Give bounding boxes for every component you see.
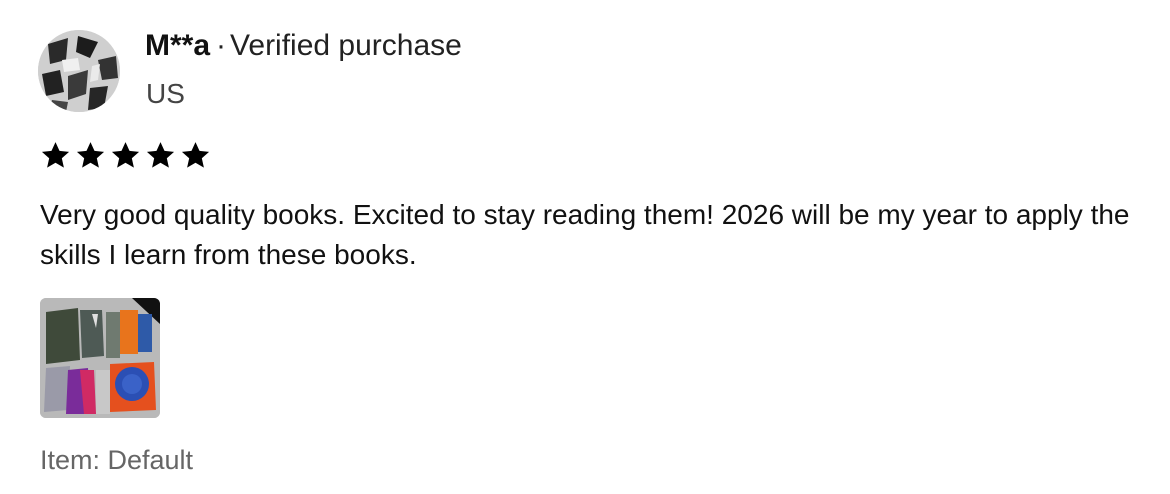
reviewer-header: M**a · Verified purchase <box>145 28 462 64</box>
reviewer-country: US <box>146 78 185 109</box>
reviewer-avatar <box>38 30 120 112</box>
avatar-image <box>38 30 120 112</box>
item-variant: Item: Default <box>40 445 194 475</box>
review-photo[interactable] <box>40 298 160 418</box>
reviewer-name: M**a <box>145 29 211 62</box>
review-text: Very good quality books. Excited to stay… <box>40 199 1130 270</box>
verified-purchase-badge: Verified purchase <box>230 29 462 62</box>
star-icon <box>181 142 210 168</box>
header-separator: · <box>216 29 227 62</box>
star-icon <box>111 142 140 168</box>
review-card: M**a · Verified purchase US Very good qual… <box>0 0 1170 494</box>
review-photo-thumbnail <box>40 298 160 418</box>
star-icon <box>146 142 175 168</box>
star-rating <box>40 140 211 174</box>
star-icon <box>41 142 70 168</box>
star-icon <box>76 142 105 168</box>
